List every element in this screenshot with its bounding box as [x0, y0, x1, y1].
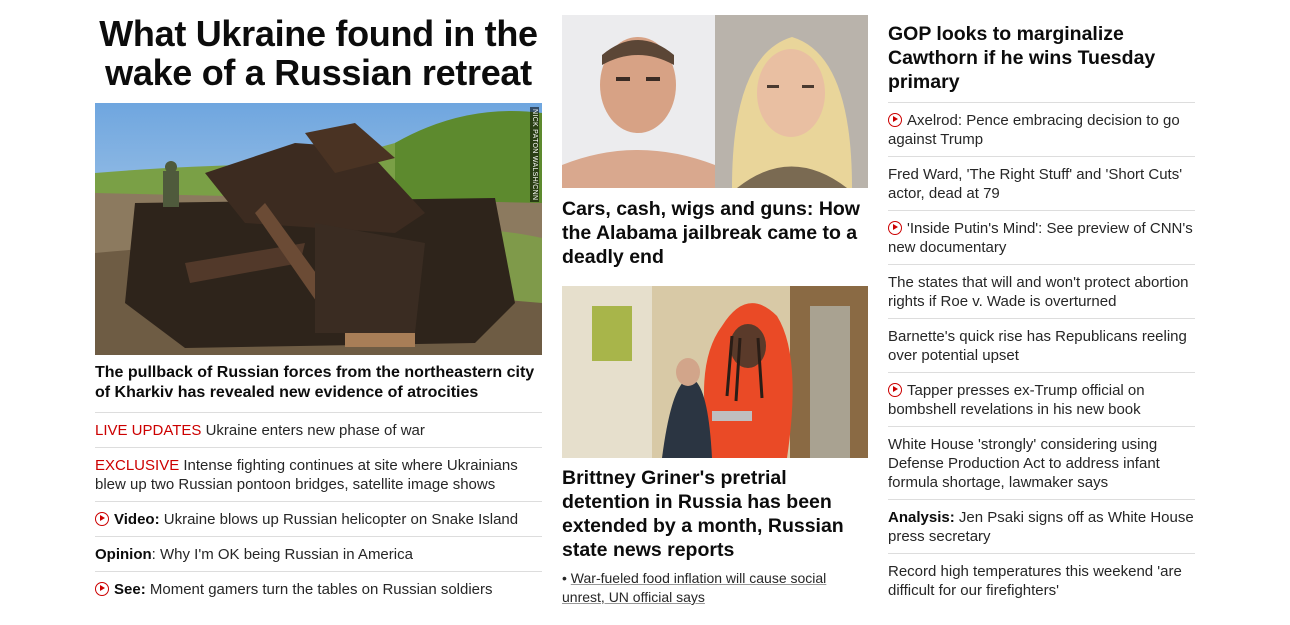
- bullet-marker: •: [562, 570, 571, 586]
- play-icon: [888, 383, 902, 397]
- see-label: See:: [114, 581, 146, 598]
- headline-link[interactable]: The states that will and won't protect a…: [888, 265, 1195, 319]
- play-icon: [888, 113, 902, 127]
- opinion-label: Opinion: [95, 546, 152, 563]
- link-text: Tapper presses ex-Trump official on bomb…: [888, 382, 1145, 418]
- tank-wreck-image[interactable]: NICK PATON WALSH/CNN: [95, 103, 542, 355]
- analysis-label: Analysis:: [888, 509, 955, 526]
- link-text: Fred Ward, 'The Right Stuff' and 'Short …: [888, 166, 1183, 202]
- link-text: The states that will and won't protect a…: [888, 274, 1189, 310]
- photo-credit: NICK PATON WALSH/CNN: [530, 107, 539, 203]
- headline-link[interactable]: White House 'strongly' considering using…: [888, 427, 1195, 500]
- exclusive-label: EXCLUSIVE: [95, 457, 180, 474]
- mugshots-image[interactable]: [562, 15, 868, 188]
- headline-link[interactable]: Fred Ward, 'The Right Stuff' and 'Short …: [888, 157, 1195, 211]
- play-icon: [888, 221, 902, 235]
- lead-story-column: What Ukraine found in the wake of a Russ…: [95, 0, 542, 606]
- griner-image[interactable]: [562, 286, 868, 458]
- headline-link[interactable]: 'Inside Putin's Mind': See preview of CN…: [888, 211, 1195, 265]
- link-text: Ukraine enters new phase of war: [201, 422, 425, 439]
- related-link-live-updates[interactable]: LIVE UPDATES Ukraine enters new phase of…: [95, 413, 542, 448]
- headline-link[interactable]: Analysis: Jen Psaki signs off as White H…: [888, 500, 1195, 554]
- lead-caption[interactable]: The pullback of Russian forces from the …: [95, 363, 542, 413]
- link-text: White House 'strongly' considering using…: [888, 436, 1160, 491]
- link-text: Axelrod: Pence embracing decision to go …: [888, 112, 1180, 148]
- link-text: Barnette's quick rise has Republicans re…: [888, 328, 1187, 364]
- related-link-see[interactable]: See: Moment gamers turn the tables on Ru…: [95, 572, 542, 606]
- headline-link[interactable]: Axelrod: Pence embracing decision to go …: [888, 103, 1195, 157]
- related-link-exclusive[interactable]: EXCLUSIVE Intense fighting continues at …: [95, 448, 542, 502]
- cawthorn-headline[interactable]: GOP looks to marginalize Cawthorn if he …: [888, 22, 1195, 103]
- headline-link[interactable]: Barnette's quick rise has Republicans re…: [888, 319, 1195, 373]
- inflation-link[interactable]: • War-fueled food inflation will cause s…: [562, 569, 868, 607]
- middle-column: Cars, cash, wigs and guns: How the Alaba…: [562, 0, 868, 607]
- link-text: War-fueled food inflation will cause soc…: [562, 570, 827, 605]
- link-text: 'Inside Putin's Mind': See preview of CN…: [888, 220, 1193, 256]
- headline-link[interactable]: Tapper presses ex-Trump official on bomb…: [888, 373, 1195, 427]
- link-text: : Why I'm OK being Russian in America: [151, 546, 413, 563]
- play-icon: [95, 512, 109, 526]
- link-text: Ukraine blows up Russian helicopter on S…: [159, 511, 519, 528]
- link-text: Record high temperatures this weekend 'a…: [888, 563, 1182, 599]
- related-link-opinion[interactable]: Opinion: Why I'm OK being Russian in Ame…: [95, 537, 542, 572]
- headline-link[interactable]: Record high temperatures this weekend 'a…: [888, 554, 1195, 607]
- link-text: Moment gamers turn the tables on Russian…: [145, 581, 493, 598]
- griner-headline[interactable]: Brittney Griner's pretrial detention in …: [562, 466, 868, 562]
- lead-headline[interactable]: What Ukraine found in the wake of a Russ…: [95, 14, 542, 92]
- video-label: Video:: [114, 511, 160, 528]
- live-updates-label: LIVE UPDATES: [95, 422, 202, 439]
- jailbreak-headline[interactable]: Cars, cash, wigs and guns: How the Alaba…: [562, 197, 868, 269]
- right-column: GOP looks to marginalize Cawthorn if he …: [888, 0, 1195, 607]
- play-icon: [95, 582, 109, 596]
- related-link-video[interactable]: Video: Ukraine blows up Russian helicopt…: [95, 502, 542, 537]
